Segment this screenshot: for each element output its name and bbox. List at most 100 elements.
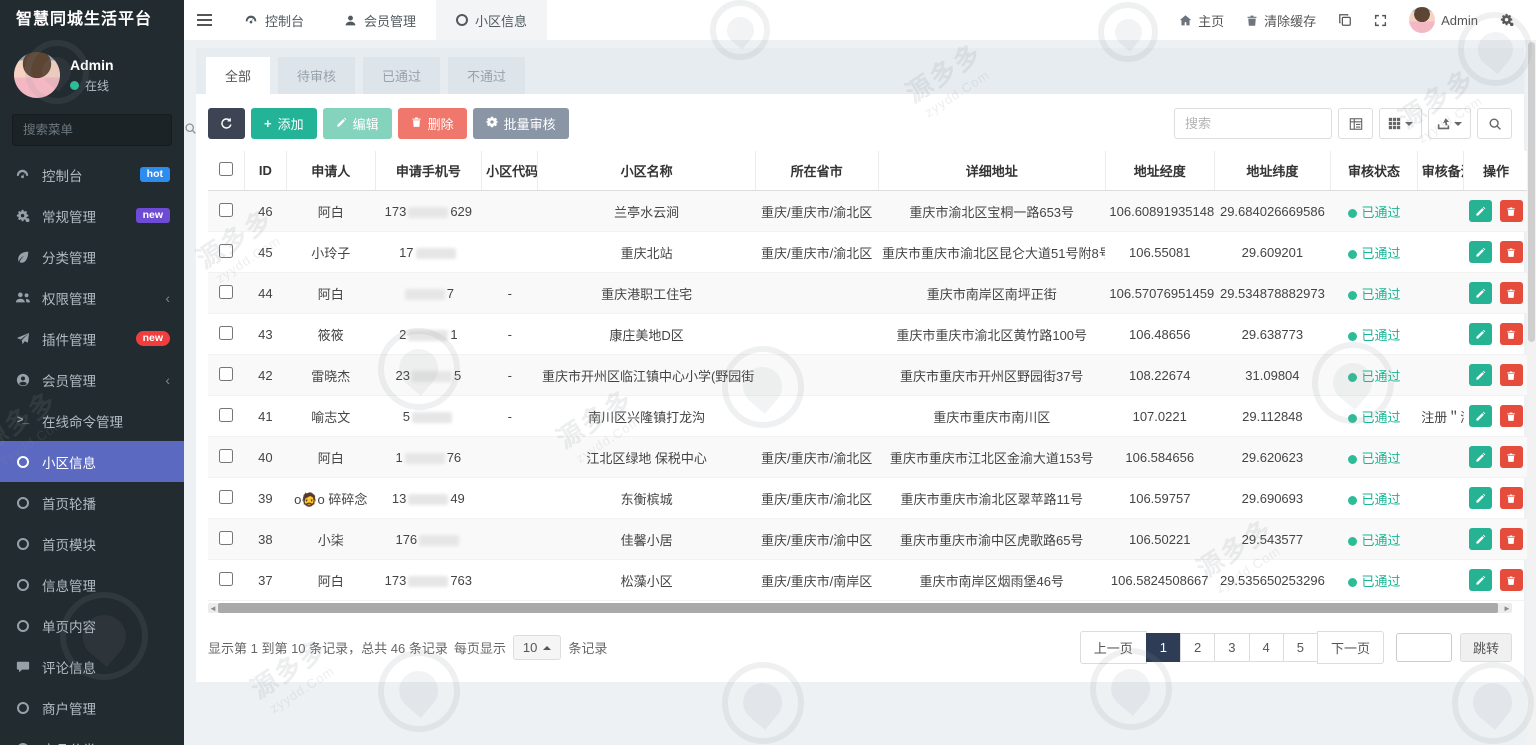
page-button-4[interactable]: 4 — [1249, 633, 1284, 662]
edit-row-button[interactable] — [1469, 569, 1492, 591]
copy-icon[interactable] — [1338, 13, 1352, 27]
scroll-right-arrow-icon[interactable]: ► — [1502, 603, 1512, 613]
edit-row-button[interactable] — [1469, 241, 1492, 263]
edit-row-button[interactable] — [1469, 323, 1492, 345]
delete-row-button[interactable] — [1500, 487, 1523, 509]
row-checkbox[interactable] — [219, 531, 233, 545]
page-button-5[interactable]: 5 — [1283, 633, 1318, 662]
nav-tab-label: 控制台 — [265, 11, 304, 30]
delete-row-button[interactable] — [1500, 364, 1523, 386]
row-checkbox[interactable] — [219, 203, 233, 217]
edit-row-button[interactable] — [1469, 200, 1492, 222]
row-checkbox[interactable] — [219, 285, 233, 299]
delete-row-button[interactable] — [1500, 323, 1523, 345]
edit-row-button[interactable] — [1469, 487, 1492, 509]
refresh-button[interactable] — [208, 108, 245, 139]
filter-tabs: 全部 待审核 已通过 不通过 — [196, 48, 1524, 94]
scroll-left-arrow-icon[interactable]: ◄ — [208, 603, 218, 613]
row-checkbox[interactable] — [219, 490, 233, 504]
select-all-checkbox[interactable] — [219, 162, 233, 176]
row-checkbox[interactable] — [219, 449, 233, 463]
home-link[interactable]: 主页 — [1179, 11, 1224, 30]
jump-page-input[interactable] — [1396, 633, 1452, 662]
sidebar-search-input[interactable] — [23, 123, 184, 137]
row-checkbox[interactable] — [219, 244, 233, 258]
nav-tab-label: 会员管理 — [364, 11, 416, 30]
row-checkbox[interactable] — [219, 408, 233, 422]
edit-row-button[interactable] — [1469, 282, 1492, 304]
navbar-username: Admin — [1441, 13, 1478, 28]
row-checkbox[interactable] — [219, 367, 233, 381]
cell-audit-remark — [1417, 273, 1463, 314]
sidebar-item-members[interactable]: 会员管理 ‹ — [0, 359, 184, 400]
per-page-select[interactable]: 10 — [513, 635, 561, 660]
sidebar-item-online-commands[interactable]: >_ 在线命令管理 — [0, 400, 184, 441]
filter-tab-pending[interactable]: 待审核 — [278, 57, 355, 94]
edit-row-button[interactable] — [1469, 528, 1492, 550]
delete-row-button[interactable] — [1500, 405, 1523, 427]
sidebar-item-home-modules[interactable]: 首页模块 — [0, 523, 184, 564]
sidebar-item-permissions[interactable]: 权限管理 ‹ — [0, 277, 184, 318]
sidebar-item-comments[interactable]: 评论信息 — [0, 646, 184, 687]
add-button[interactable]: +添加 — [251, 108, 317, 139]
edit-row-button[interactable] — [1469, 446, 1492, 468]
detail-view-button[interactable] — [1338, 108, 1373, 139]
cell-code: - — [482, 396, 538, 437]
sidebar-item-general[interactable]: 常规管理 new — [0, 195, 184, 236]
sidebar-item-single-page[interactable]: 单页内容 — [0, 605, 184, 646]
sidebar-item-plugins[interactable]: 插件管理 new — [0, 318, 184, 359]
navbar-user[interactable]: Admin — [1409, 7, 1478, 33]
horizontal-scrollbar[interactable]: ◄ ► — [208, 603, 1512, 613]
delete-row-button[interactable] — [1500, 569, 1523, 591]
cell-audit-remark — [1417, 191, 1463, 232]
sidebar-item-product-categories[interactable]: 商品分类 — [0, 728, 184, 745]
search-button[interactable] — [1477, 108, 1512, 139]
filter-tab-all[interactable]: 全部 — [206, 57, 270, 94]
sidebar-search[interactable] — [12, 114, 172, 146]
delete-row-button[interactable] — [1500, 528, 1523, 550]
filter-tab-rejected[interactable]: 不通过 — [448, 57, 525, 94]
row-checkbox[interactable] — [219, 572, 233, 586]
export-button[interactable] — [1428, 108, 1471, 139]
page-vertical-scrollbar[interactable] — [1527, 40, 1536, 745]
scrollbar-thumb[interactable] — [218, 603, 1498, 613]
nav-tab-community-info[interactable]: 小区信息 — [436, 0, 547, 40]
delete-row-button[interactable] — [1500, 446, 1523, 468]
sidebar-item-info-management[interactable]: 信息管理 — [0, 564, 184, 605]
sidebar-item-home-carousel[interactable]: 首页轮播 — [0, 482, 184, 523]
table-search-input[interactable] — [1174, 108, 1332, 139]
sidebar-item-categories[interactable]: 分类管理 — [0, 236, 184, 277]
delete-row-button[interactable] — [1500, 282, 1523, 304]
page-button-3[interactable]: 3 — [1214, 633, 1249, 662]
nav-tab-dashboard[interactable]: 控制台 — [224, 0, 324, 40]
jump-button[interactable]: 跳转 — [1460, 633, 1512, 662]
clear-cache-link[interactable]: 清除缓存 — [1246, 11, 1316, 30]
columns-button[interactable] — [1379, 108, 1422, 139]
prev-page-button[interactable]: 上一页 — [1080, 631, 1147, 664]
sidebar-item-merchants[interactable]: 商户管理 — [0, 687, 184, 728]
cell-phone: 235 — [375, 355, 482, 396]
next-page-button[interactable]: 下一页 — [1317, 631, 1384, 664]
cell-checkbox — [208, 396, 244, 437]
hamburger-menu-icon[interactable] — [184, 0, 224, 40]
delete-button[interactable]: 删除 — [398, 108, 467, 139]
delete-row-button[interactable] — [1500, 200, 1523, 222]
edit-row-button[interactable] — [1469, 364, 1492, 386]
filter-tab-approved[interactable]: 已通过 — [363, 57, 440, 94]
row-checkbox[interactable] — [219, 326, 233, 340]
fullscreen-icon[interactable] — [1374, 14, 1387, 27]
edit-row-button[interactable] — [1469, 405, 1492, 427]
nav-tab-members[interactable]: 会员管理 — [324, 0, 436, 40]
edit-button[interactable]: 编辑 — [323, 108, 392, 139]
sidebar-item-dashboard[interactable]: 控制台 hot — [0, 154, 184, 195]
page-button-1[interactable]: 1 — [1146, 633, 1181, 662]
cell-applicant: 小柒 — [286, 519, 375, 560]
cell-actions — [1464, 478, 1528, 519]
user-avatar[interactable] — [14, 52, 60, 98]
delete-row-button[interactable] — [1500, 241, 1523, 263]
page-button-2[interactable]: 2 — [1180, 633, 1215, 662]
sidebar-item-community-info[interactable]: 小区信息 — [0, 441, 184, 482]
batch-audit-button[interactable]: 批量审核 — [473, 108, 569, 139]
settings-gear-icon[interactable] — [1500, 13, 1514, 27]
vertical-scrollbar-thumb[interactable] — [1528, 42, 1535, 342]
